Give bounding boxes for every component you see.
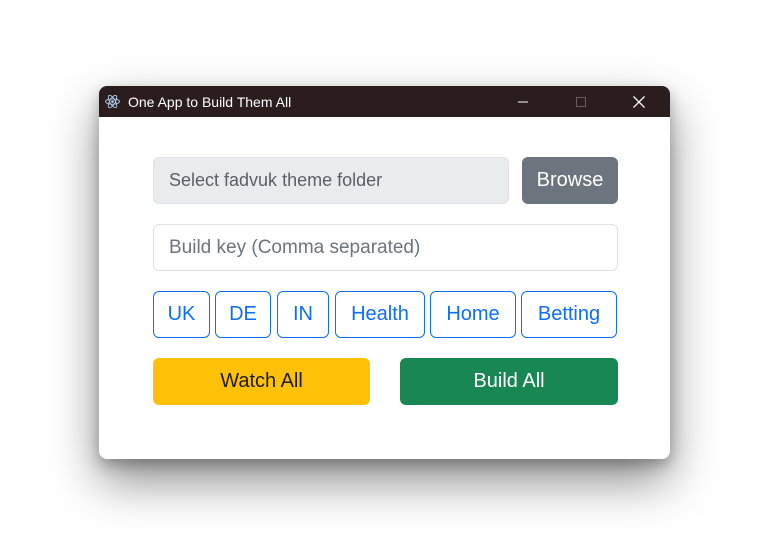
- tag-button-health[interactable]: Health: [335, 291, 425, 338]
- minimize-button[interactable]: [500, 86, 546, 117]
- tag-button-uk[interactable]: UK: [153, 291, 210, 338]
- theme-folder-placeholder: Select fadvuk theme folder: [169, 170, 383, 190]
- theme-folder-field[interactable]: Select fadvuk theme folder: [153, 157, 509, 204]
- build-all-button[interactable]: Build All: [400, 358, 618, 405]
- close-button[interactable]: [616, 86, 662, 117]
- tag-button-de[interactable]: DE: [215, 291, 271, 338]
- tag-label: DE: [229, 303, 257, 325]
- watch-all-button[interactable]: Watch All: [153, 358, 370, 405]
- tag-label: Health: [351, 303, 409, 325]
- browse-button-label: Browse: [536, 169, 604, 191]
- app-window: One App to Build Them All Select fadvuk …: [99, 86, 670, 459]
- build-key-input[interactable]: [153, 224, 618, 271]
- tag-label: IN: [293, 303, 313, 325]
- maximize-icon: [576, 96, 586, 107]
- watch-all-label: Watch All: [220, 370, 303, 392]
- build-all-label: Build All: [473, 370, 545, 392]
- browse-button[interactable]: Browse: [522, 157, 618, 204]
- window-title: One App to Build Them All: [128, 94, 292, 110]
- electron-atom-icon: [105, 94, 120, 109]
- tag-button-in[interactable]: IN: [277, 291, 329, 338]
- tag-label: UK: [167, 303, 196, 325]
- minimize-icon: [518, 101, 528, 102]
- tag-label: Home: [446, 303, 500, 325]
- title-bar[interactable]: One App to Build Them All: [99, 86, 670, 117]
- close-icon: [633, 95, 645, 108]
- tag-button-home[interactable]: Home: [430, 291, 516, 338]
- tag-label: Betting: [537, 303, 601, 325]
- tag-button-betting[interactable]: Betting: [521, 291, 617, 338]
- maximize-button[interactable]: [558, 86, 604, 117]
